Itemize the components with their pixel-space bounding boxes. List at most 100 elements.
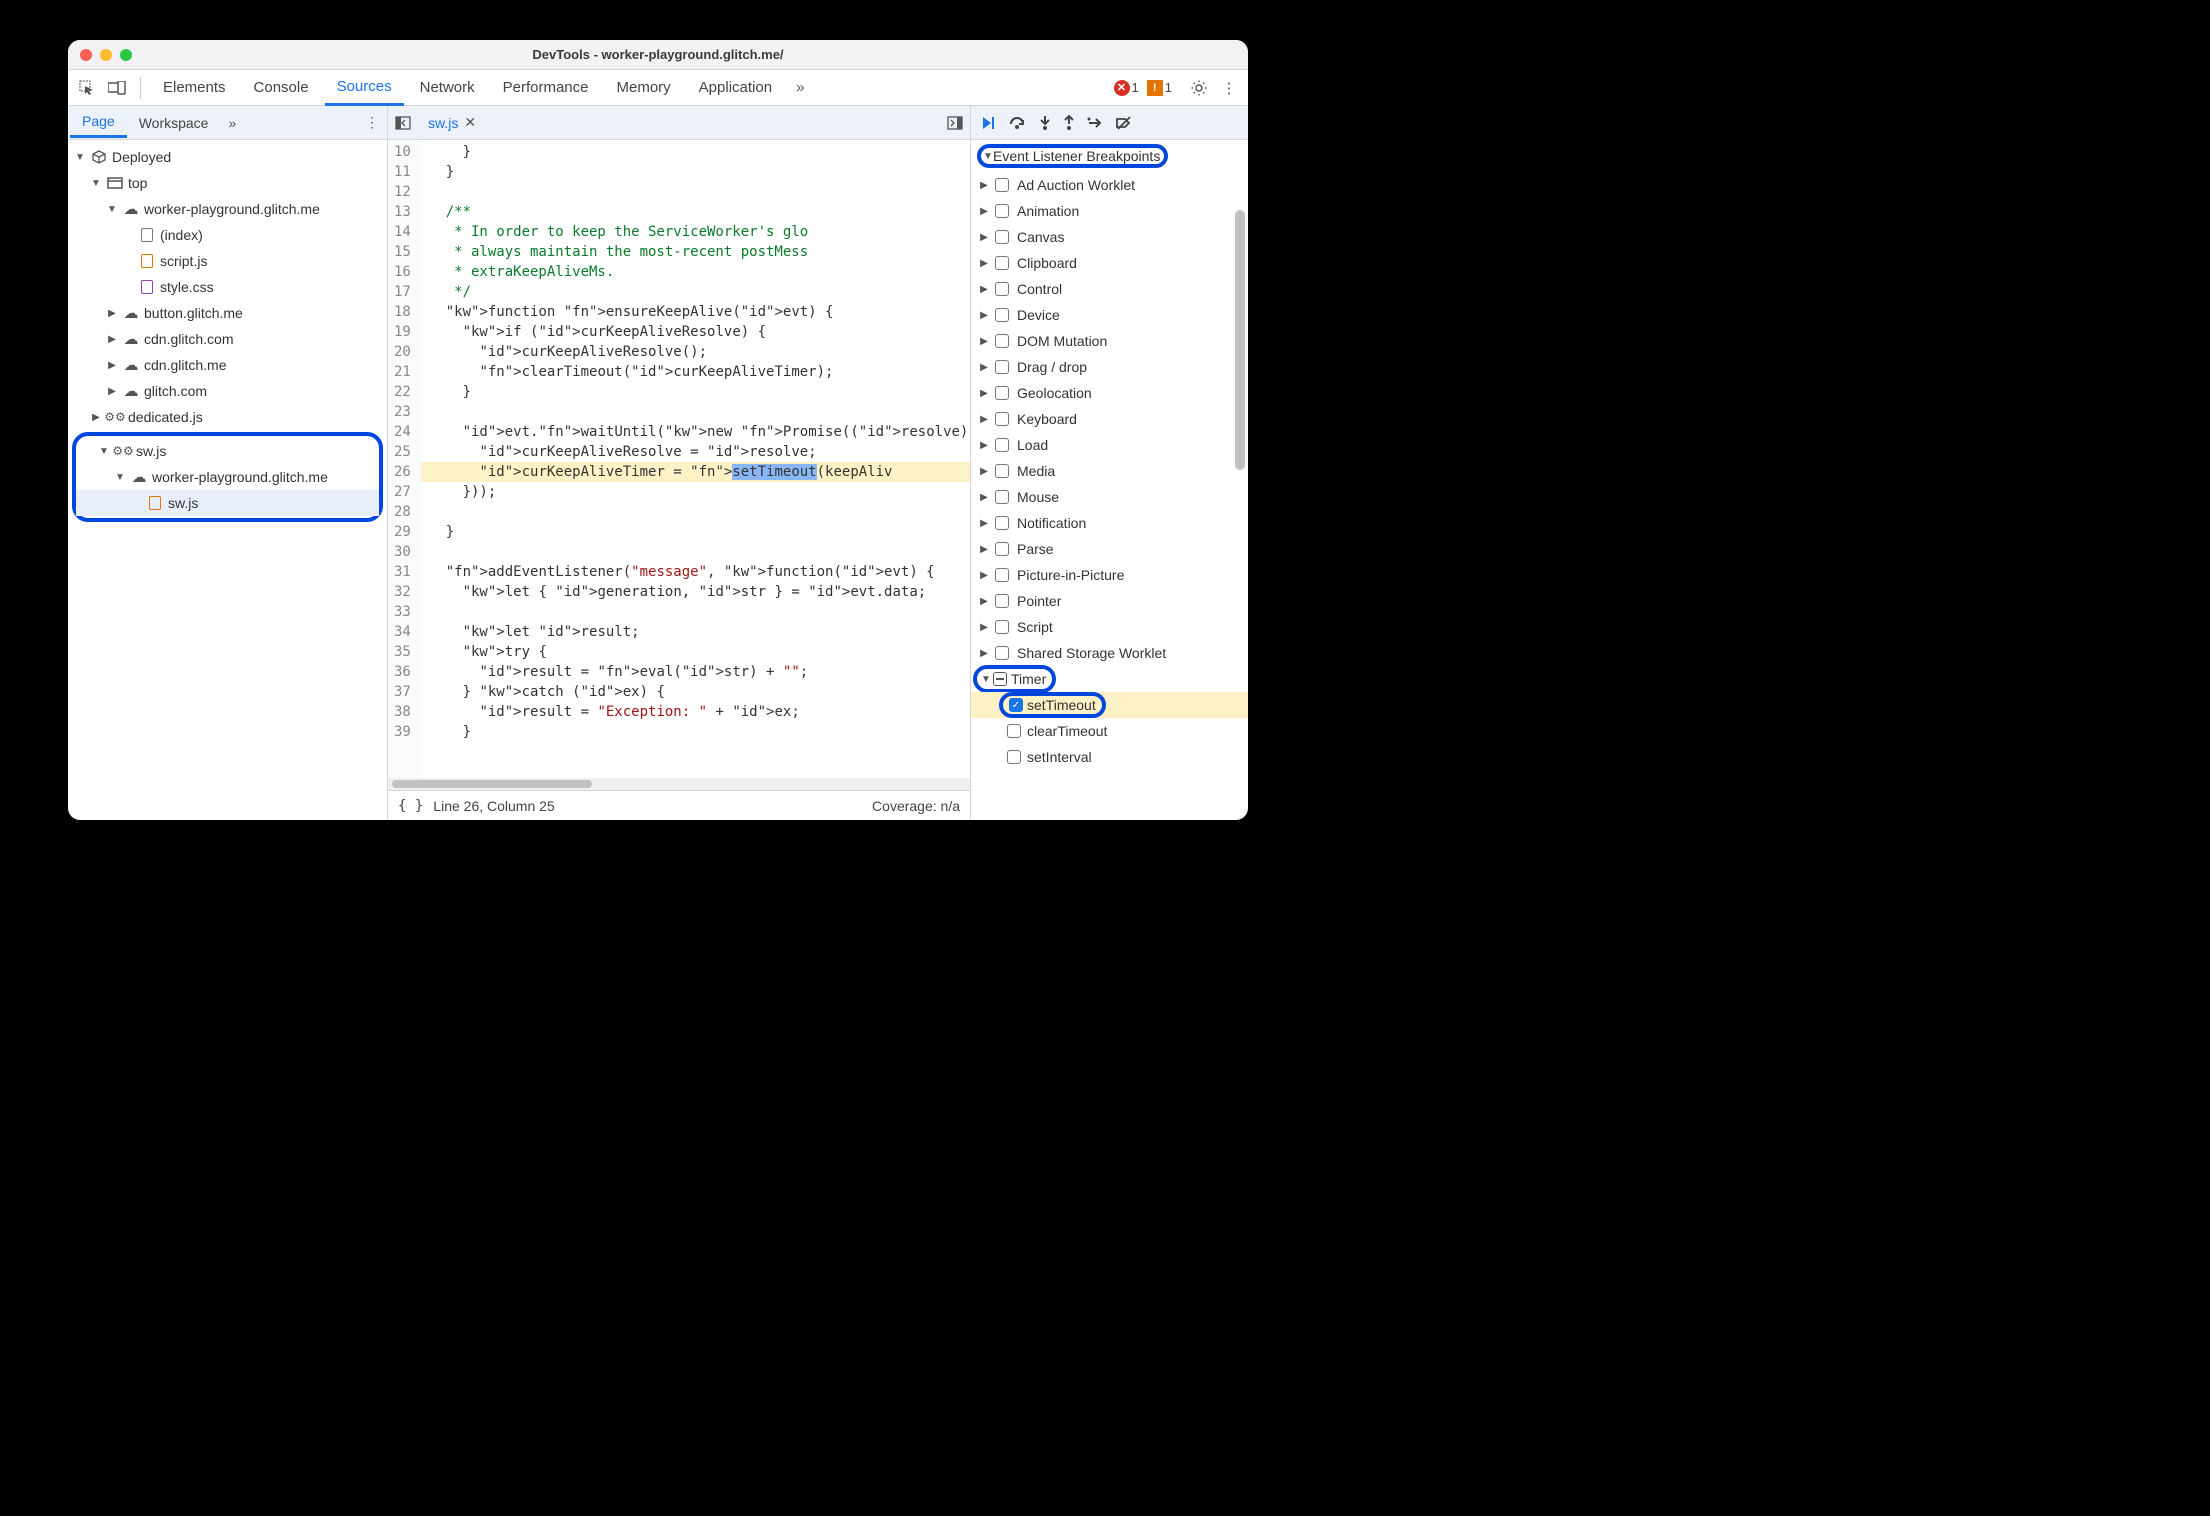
line-number[interactable]: 38 — [394, 702, 411, 722]
code-line[interactable]: "id">evt."fn">waitUntil("kw">new "fn">Pr… — [421, 422, 970, 442]
tab-application[interactable]: Application — [687, 70, 784, 106]
code-editor[interactable]: 1011121314151617181920212223242526272829… — [388, 140, 970, 778]
line-number[interactable]: 39 — [394, 722, 411, 742]
code-line[interactable]: * always maintain the most-recent postMe… — [421, 242, 970, 262]
close-tab-icon[interactable]: ✕ — [464, 114, 476, 131]
code-line[interactable]: "id">result = "fn">eval("id">str) + ""; — [421, 662, 970, 682]
code-line[interactable]: "kw">try { — [421, 642, 970, 662]
line-number[interactable]: 16 — [394, 262, 411, 282]
line-number[interactable]: 10 — [394, 142, 411, 162]
checkbox[interactable] — [995, 490, 1009, 504]
code-line[interactable]: "fn">addEventListener("message", "kw">fu… — [421, 562, 970, 582]
line-number[interactable]: 24 — [394, 422, 411, 442]
code-line[interactable] — [421, 602, 970, 622]
event-cleartimeout[interactable]: clearTimeout — [971, 718, 1248, 744]
tree-node-top[interactable]: ▼ top — [68, 170, 387, 196]
line-number[interactable]: 15 — [394, 242, 411, 262]
line-number[interactable]: 12 — [394, 182, 411, 202]
toggle-navigator-icon[interactable] — [392, 112, 414, 134]
category-row[interactable]: ▶Pointer — [971, 588, 1248, 614]
checkbox[interactable] — [995, 646, 1009, 660]
line-number[interactable]: 33 — [394, 602, 411, 622]
code-line[interactable] — [421, 182, 970, 202]
category-row[interactable]: ▶Geolocation — [971, 380, 1248, 406]
category-row[interactable]: ▶Canvas — [971, 224, 1248, 250]
category-row[interactable]: ▶Control — [971, 276, 1248, 302]
kebab-menu-icon[interactable]: ⋮ — [1216, 75, 1242, 101]
line-number[interactable]: 23 — [394, 402, 411, 422]
code-line[interactable]: * In order to keep the ServiceWorker's g… — [421, 222, 970, 242]
category-row[interactable]: ▶Media — [971, 458, 1248, 484]
checkbox[interactable] — [995, 620, 1009, 634]
code-line[interactable]: "id">result = "Exception: " + "id">ex; — [421, 702, 970, 722]
category-row[interactable]: ▶Drag / drop — [971, 354, 1248, 380]
event-settimeout[interactable]: ✓ setTimeout — [971, 692, 1248, 718]
code-line[interactable]: "id">curKeepAliveResolve = "id">resolve; — [421, 442, 970, 462]
checkbox[interactable] — [995, 438, 1009, 452]
tree-node-sw-origin[interactable]: ▼ ☁ worker-playground.glitch.me — [76, 464, 379, 490]
category-row[interactable]: ▶Clipboard — [971, 250, 1248, 276]
line-number[interactable]: 34 — [394, 622, 411, 642]
category-row[interactable]: ▶Keyboard — [971, 406, 1248, 432]
navigator-tab-page[interactable]: Page — [70, 107, 127, 138]
checkbox-indeterminate[interactable] — [993, 672, 1007, 686]
checkbox[interactable] — [995, 594, 1009, 608]
code-line[interactable]: "kw">if ("id">curKeepAliveResolve) { — [421, 322, 970, 342]
line-number[interactable]: 25 — [394, 442, 411, 462]
checkbox[interactable] — [995, 568, 1009, 582]
warning-badge[interactable]: ! 1 — [1147, 80, 1172, 96]
line-number[interactable]: 28 — [394, 502, 411, 522]
code-line[interactable]: } — [421, 142, 970, 162]
line-number[interactable]: 27 — [394, 482, 411, 502]
category-row[interactable]: ▶Script — [971, 614, 1248, 640]
checkbox[interactable] — [1007, 750, 1021, 764]
category-row[interactable]: ▶Ad Auction Worklet — [971, 172, 1248, 198]
navigator-tab-workspace[interactable]: Workspace — [127, 109, 221, 137]
code-line[interactable]: } — [421, 722, 970, 742]
tree-node-service-worker[interactable]: ▼ ⚙⚙ sw.js — [76, 438, 379, 464]
checkbox[interactable] — [995, 516, 1009, 530]
error-badge[interactable]: ✕ 1 — [1114, 80, 1139, 96]
code-line[interactable] — [421, 502, 970, 522]
code-line[interactable] — [421, 402, 970, 422]
checkbox[interactable] — [995, 464, 1009, 478]
checkbox[interactable] — [995, 412, 1009, 426]
line-number[interactable]: 30 — [394, 542, 411, 562]
checkbox[interactable] — [995, 256, 1009, 270]
pretty-print-icon[interactable]: { } — [398, 798, 423, 814]
code-line[interactable]: } "kw">catch ("id">ex) { — [421, 682, 970, 702]
checkbox[interactable] — [995, 204, 1009, 218]
code-line[interactable]: })); — [421, 482, 970, 502]
line-number[interactable]: 22 — [394, 382, 411, 402]
line-number[interactable]: 35 — [394, 642, 411, 662]
line-number[interactable]: 14 — [394, 222, 411, 242]
checkbox[interactable] — [995, 178, 1009, 192]
code-line[interactable]: "kw">let { "id">generation, "id">str } =… — [421, 582, 970, 602]
line-number[interactable]: 17 — [394, 282, 411, 302]
checkbox[interactable] — [995, 308, 1009, 322]
tree-file-swjs[interactable]: sw.js — [76, 490, 379, 516]
more-tabs-icon[interactable]: » — [788, 79, 812, 96]
tree-file-scriptjs[interactable]: script.js — [68, 248, 387, 274]
tree-node-origin[interactable]: ▶☁glitch.com — [68, 378, 387, 404]
vertical-scrollbar[interactable] — [1235, 210, 1245, 690]
tab-sources[interactable]: Sources — [325, 70, 404, 106]
line-number[interactable]: 26 — [394, 462, 411, 482]
category-row[interactable]: ▶Notification — [971, 510, 1248, 536]
event-setinterval[interactable]: setInterval — [971, 744, 1248, 770]
tree-node-dedicated-worker[interactable]: ▶ ⚙⚙ dedicated.js — [68, 404, 387, 430]
category-timer[interactable]: ▼ Timer — [971, 666, 1248, 692]
checkbox[interactable] — [995, 386, 1009, 400]
line-number[interactable]: 36 — [394, 662, 411, 682]
inspect-element-icon[interactable] — [74, 75, 100, 101]
code-line[interactable]: } — [421, 162, 970, 182]
line-number[interactable]: 18 — [394, 302, 411, 322]
line-number[interactable]: 37 — [394, 682, 411, 702]
category-row[interactable]: ▶Mouse — [971, 484, 1248, 510]
tree-node-origin[interactable]: ▼ ☁ worker-playground.glitch.me — [68, 196, 387, 222]
category-row[interactable]: ▶Shared Storage Worklet — [971, 640, 1248, 666]
code-line[interactable] — [421, 542, 970, 562]
gear-icon[interactable] — [1186, 75, 1212, 101]
category-row[interactable]: ▶DOM Mutation — [971, 328, 1248, 354]
tree-file-stylecss[interactable]: style.css — [68, 274, 387, 300]
